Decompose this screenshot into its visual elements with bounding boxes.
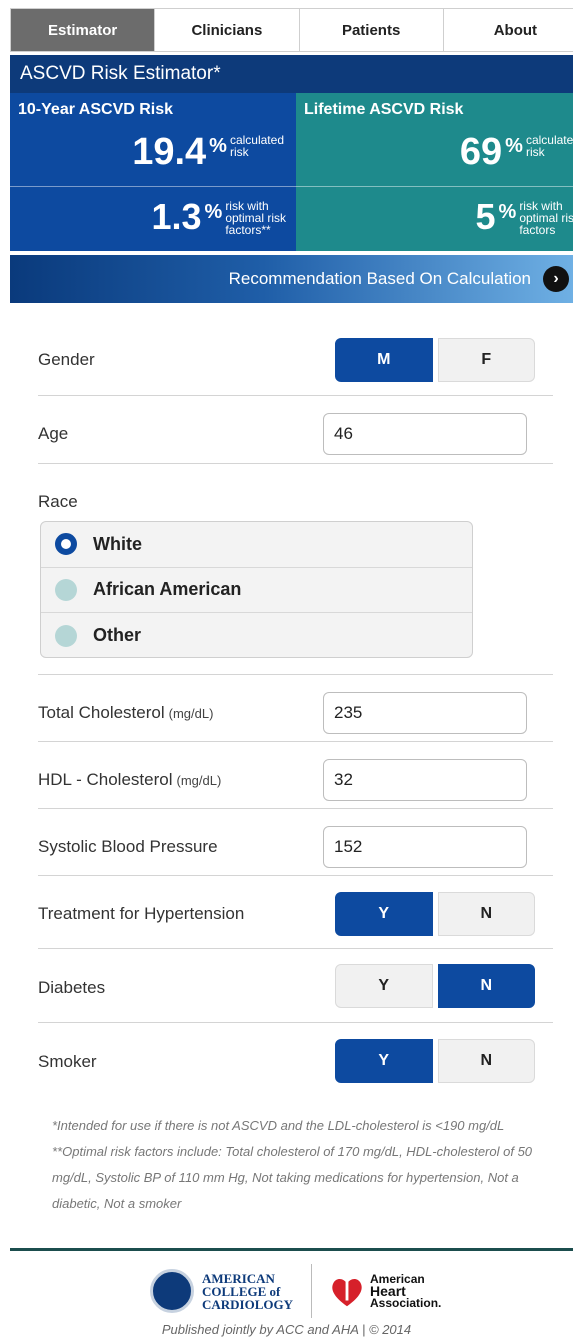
- recommendation-label: Recommendation Based On Calculation: [228, 269, 531, 288]
- tab-estimator[interactable]: Estimator: [11, 9, 156, 51]
- sbp-row: Systolic Blood Pressure 152: [38, 825, 553, 869]
- percent-sign: %: [209, 135, 227, 157]
- footnote-optimal-factors: **Optimal risk factors include: Total ch…: [52, 1144, 533, 1211]
- footnote-intended-use: *Intended for use if there is not ASCVD …: [52, 1118, 505, 1133]
- ten-year-risk-title: 10-Year ASCVD Risk: [18, 101, 174, 118]
- calculated-caption: calculatedrisk: [525, 133, 573, 159]
- radio-unselected-icon: [55, 578, 77, 601]
- race-row: Race: [38, 490, 553, 514]
- hypertension-option-n[interactable]: N: [437, 892, 535, 936]
- radio-unselected-icon: [55, 624, 77, 647]
- gender-label: Gender: [38, 350, 95, 369]
- gender-option-m[interactable]: M: [335, 338, 433, 382]
- sbp-input[interactable]: 152: [323, 826, 527, 868]
- smoker-toggle: Y N: [335, 1039, 535, 1083]
- smoker-option-y[interactable]: Y: [335, 1039, 433, 1083]
- unit-label: (mg/dL): [168, 705, 214, 721]
- acc-logo-text: AMERICAN COLLEGE of CARDIOLOGY: [202, 1270, 294, 1312]
- hypertension-row: Treatment for Hypertension Y N: [38, 890, 553, 938]
- race-option-label: Other: [93, 625, 142, 646]
- gender-row: Gender M F: [38, 336, 553, 384]
- lifetime-optimal-risk: 5 % risk withoptimal riskfactors: [475, 196, 573, 237]
- percent-sign: %: [505, 135, 523, 157]
- unit-label: (mg/dL): [176, 772, 222, 788]
- divider: [10, 186, 296, 187]
- percent-sign: %: [204, 201, 223, 223]
- divider: [38, 808, 553, 809]
- diabetes-toggle: Y N: [335, 964, 535, 1008]
- divider: [38, 875, 553, 876]
- race-option-white[interactable]: White: [41, 522, 472, 568]
- ten-year-calculated-value: 19.4: [132, 131, 207, 173]
- diabetes-option-n[interactable]: N: [437, 964, 535, 1008]
- radio-selected-icon: [55, 533, 77, 556]
- hdl-label: HDL - Cholesterol: [38, 770, 173, 789]
- page-title: ASCVD Risk Estimator*: [10, 55, 573, 93]
- ten-year-optimal-value: 1.3: [151, 196, 202, 237]
- race-option-label: White: [93, 533, 142, 554]
- divider: [38, 741, 553, 742]
- top-tab-bar: Estimator Clinicians Patients About: [10, 8, 573, 52]
- hypertension-option-y[interactable]: Y: [335, 892, 433, 936]
- ten-year-risk-panel: 10-Year ASCVD Risk 19.4 % calculated risk…: [10, 93, 296, 251]
- diabetes-label: Diabetes: [38, 978, 106, 997]
- divider: [38, 463, 553, 464]
- optimal-caption: risk withoptimal riskfactors: [519, 199, 573, 237]
- aha-logo-text: American Heart Association.: [370, 1271, 442, 1310]
- lifetime-risk-title: Lifetime ASCVD Risk: [304, 101, 464, 118]
- gender-option-f[interactable]: F: [437, 338, 535, 382]
- age-label: Age: [38, 424, 69, 443]
- diabetes-option-y[interactable]: Y: [335, 964, 433, 1008]
- optimal-caption: risk with optimal risk factors**: [225, 199, 286, 237]
- published-by-text: Published jointly by ACC and AHA | © 201…: [161, 1322, 412, 1337]
- footnotes: *Intended for use if there is not ASCVD …: [52, 1113, 552, 1217]
- divider: [38, 674, 553, 675]
- race-label: Race: [38, 492, 78, 511]
- divider: [296, 186, 573, 187]
- race-option-label: African American: [93, 579, 242, 600]
- calculated-caption: calculatedrisk: [229, 133, 284, 159]
- total-cholesterol-label: Total Cholesterol: [38, 703, 165, 722]
- divider: [38, 948, 553, 949]
- total-cholesterol-input[interactable]: 235: [323, 692, 527, 734]
- race-option-african-american[interactable]: African American: [41, 568, 472, 614]
- smoker-label: Smoker: [38, 1052, 97, 1071]
- smoker-option-n[interactable]: N: [437, 1039, 535, 1083]
- lifetime-calculated-value: 69: [459, 131, 503, 173]
- footer-logos: AMERICAN COLLEGE of CARDIOLOGY American …: [150, 1264, 442, 1318]
- hypertension-label: Treatment for Hypertension: [38, 904, 245, 923]
- smoker-row: Smoker Y N: [38, 1038, 553, 1086]
- tab-about[interactable]: About: [444, 9, 573, 51]
- diabetes-row: Diabetes Y N: [38, 964, 553, 1012]
- ten-year-optimal-risk: 1.3 % risk with optimal risk factors**: [151, 196, 286, 237]
- lifetime-calculated-risk: 69 % calculatedrisk: [460, 133, 573, 171]
- ten-year-calculated-risk: 19.4 % calculated risk: [132, 133, 284, 171]
- age-input[interactable]: 46: [323, 413, 527, 455]
- tab-patients[interactable]: Patients: [300, 9, 444, 51]
- acc-seal-icon: [150, 1269, 194, 1313]
- age-row: Age 46: [38, 412, 553, 456]
- hdl-row: HDL - Cholesterol (mg/dL) 32: [38, 758, 553, 802]
- hypertension-toggle: Y N: [335, 892, 535, 936]
- sbp-label: Systolic Blood Pressure: [38, 837, 218, 856]
- total-cholesterol-row: Total Cholesterol (mg/dL) 235: [38, 691, 553, 735]
- race-option-other[interactable]: Other: [41, 613, 472, 657]
- percent-sign: %: [498, 201, 517, 223]
- footer-divider: [10, 1248, 573, 1251]
- logo-separator: [311, 1264, 313, 1318]
- lifetime-optimal-value: 5: [475, 196, 496, 237]
- race-options: White African American Other: [40, 521, 473, 658]
- heart-torch-icon: [332, 1273, 362, 1307]
- tab-clinicians[interactable]: Clinicians: [155, 9, 300, 51]
- divider: [38, 395, 553, 396]
- risk-summary: 10-Year ASCVD Risk 19.4 % calculated risk…: [10, 93, 573, 251]
- divider: [38, 1022, 553, 1023]
- hdl-input[interactable]: 32: [323, 759, 527, 801]
- gender-toggle: M F: [335, 338, 535, 382]
- chevron-right-icon: ›: [543, 266, 569, 292]
- recommendation-button[interactable]: Recommendation Based On Calculation ›: [10, 255, 573, 303]
- lifetime-risk-panel: Lifetime ASCVD Risk 69 % calculatedrisk …: [296, 93, 573, 251]
